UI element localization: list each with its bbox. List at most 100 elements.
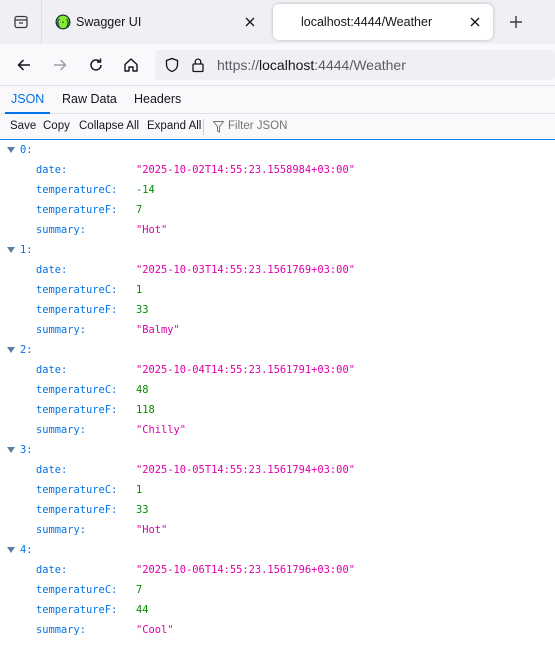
json-row[interactable]: temperatureC: 48 (0, 380, 555, 400)
array-index: 2: (20, 344, 33, 356)
json-row[interactable]: temperatureF: 118 (0, 400, 555, 420)
key-temperature-c: temperatureC: (36, 284, 118, 296)
value-temperature-c: 7 (136, 584, 143, 596)
value-summary: "Hot" (136, 524, 168, 536)
array-item-row[interactable]: 1: (0, 240, 555, 260)
json-row[interactable]: date: "2025-10-03T14:55:23.1561769+03:00" (0, 260, 555, 280)
tab-strip: {·} Swagger UI localhost:4444/Weather (0, 0, 555, 44)
save-button[interactable]: Save (10, 120, 36, 132)
tab-json[interactable]: JSON (4, 86, 51, 114)
json-toolbar: Save Copy Collapse All Expand All Filter… (0, 114, 555, 140)
close-tab-button[interactable] (466, 13, 484, 31)
value-temperature-f: 118 (136, 404, 155, 416)
copy-button[interactable]: Copy (43, 120, 70, 132)
value-summary: "Hot" (136, 224, 168, 236)
json-row[interactable]: summary: "Hot" (0, 520, 555, 540)
json-row[interactable]: summary: "Cool" (0, 620, 555, 640)
tab-title: localhost:4444/Weather (301, 15, 433, 29)
plus-icon (510, 16, 522, 28)
home-button[interactable] (117, 51, 145, 79)
tab-list-icon (13, 15, 28, 29)
json-row[interactable]: summary: "Balmy" (0, 320, 555, 340)
url-bar[interactable]: https://localhost:4444/Weather (155, 50, 555, 80)
triangle-down-icon[interactable] (7, 447, 15, 453)
key-temperature-f: temperatureF: (36, 604, 118, 616)
tab-raw-data[interactable]: Raw Data (62, 86, 117, 113)
array-item-row[interactable]: 3: (0, 440, 555, 460)
value-date: "2025-10-05T14:55:23.1561794+03:00" (136, 464, 355, 476)
key-temperature-c: temperatureC: (36, 484, 118, 496)
key-date: date: (36, 364, 68, 376)
value-temperature-c: -14 (136, 184, 155, 196)
array-item-row[interactable]: 0: (0, 140, 555, 160)
json-row[interactable]: summary: "Chilly" (0, 420, 555, 440)
filter-json-input[interactable]: Filter JSON (228, 120, 287, 132)
forward-arrow-icon (54, 59, 67, 71)
tab-weather[interactable]: localhost:4444/Weather (273, 4, 493, 40)
value-date: "2025-10-06T14:55:23.1561796+03:00" (136, 564, 355, 576)
url-host: localhost (259, 57, 315, 73)
reload-button[interactable] (82, 51, 110, 79)
value-temperature-f: 44 (136, 604, 149, 616)
close-icon (245, 17, 255, 27)
json-row[interactable]: summary: "Hot" (0, 220, 555, 240)
json-row[interactable]: temperatureC: -14 (0, 180, 555, 200)
new-tab-button[interactable] (503, 9, 529, 35)
json-row[interactable]: date: "2025-10-05T14:55:23.1561794+03:00" (0, 460, 555, 480)
lock-icon[interactable] (191, 57, 205, 73)
back-arrow-icon (17, 59, 30, 71)
reload-icon (90, 58, 102, 71)
array-index: 0: (20, 144, 33, 156)
triangle-down-icon[interactable] (7, 247, 15, 253)
json-row[interactable]: temperatureF: 33 (0, 500, 555, 520)
array-index: 4: (20, 544, 33, 556)
close-tab-button[interactable] (241, 13, 259, 31)
url-text[interactable]: https://localhost:4444/Weather (217, 57, 406, 73)
value-temperature-c: 1 (136, 284, 143, 296)
tab-headers[interactable]: Headers (134, 86, 181, 113)
json-row[interactable]: temperatureC: 1 (0, 280, 555, 300)
value-date: "2025-10-03T14:55:23.1561769+03:00" (136, 264, 355, 276)
key-summary: summary: (36, 324, 87, 336)
value-temperature-f: 33 (136, 504, 149, 516)
svg-text:{·}: {·} (56, 18, 71, 27)
swagger-favicon: {·} (55, 14, 71, 30)
array-item-row[interactable]: 4: (0, 540, 555, 560)
json-row[interactable]: date: "2025-10-06T14:55:23.1561796+03:00" (0, 560, 555, 580)
value-temperature-f: 7 (136, 204, 143, 216)
shield-icon[interactable] (164, 57, 180, 73)
triangle-down-icon[interactable] (7, 347, 15, 353)
back-button[interactable] (10, 51, 38, 79)
key-temperature-f: temperatureF: (36, 304, 118, 316)
forward-button[interactable] (46, 51, 74, 79)
value-temperature-c: 1 (136, 484, 143, 496)
value-temperature-c: 48 (136, 384, 149, 396)
value-temperature-f: 33 (136, 304, 149, 316)
home-icon (124, 58, 138, 72)
key-temperature-f: temperatureF: (36, 404, 118, 416)
value-summary: "Cool" (136, 624, 174, 636)
expand-all-button[interactable]: Expand All (147, 120, 201, 132)
triangle-down-icon[interactable] (7, 547, 15, 553)
key-temperature-f: temperatureF: (36, 204, 118, 216)
collapse-all-button[interactable]: Collapse All (79, 120, 139, 132)
json-row[interactable]: temperatureF: 44 (0, 600, 555, 620)
navigation-bar: https://localhost:4444/Weather (0, 44, 555, 86)
json-row[interactable]: temperatureF: 33 (0, 300, 555, 320)
close-icon (470, 17, 480, 27)
array-index: 3: (20, 444, 33, 456)
key-date: date: (36, 564, 68, 576)
tab-swagger-ui[interactable]: {·} Swagger UI (45, 4, 268, 40)
array-item-row[interactable]: 2: (0, 340, 555, 360)
filter-icon (213, 121, 224, 133)
triangle-down-icon[interactable] (7, 147, 15, 153)
json-row[interactable]: temperatureC: 1 (0, 480, 555, 500)
tab-list-button[interactable] (0, 0, 42, 44)
value-date: "2025-10-04T14:55:23.1561791+03:00" (136, 364, 355, 376)
json-row[interactable]: temperatureC: 7 (0, 580, 555, 600)
json-row[interactable]: temperatureF: 7 (0, 200, 555, 220)
json-row[interactable]: date: "2025-10-02T14:55:23.1558984+03:00" (0, 160, 555, 180)
json-viewer-tabs: JSON Raw Data Headers (0, 86, 555, 114)
key-temperature-c: temperatureC: (36, 584, 118, 596)
json-row[interactable]: date: "2025-10-04T14:55:23.1561791+03:00" (0, 360, 555, 380)
